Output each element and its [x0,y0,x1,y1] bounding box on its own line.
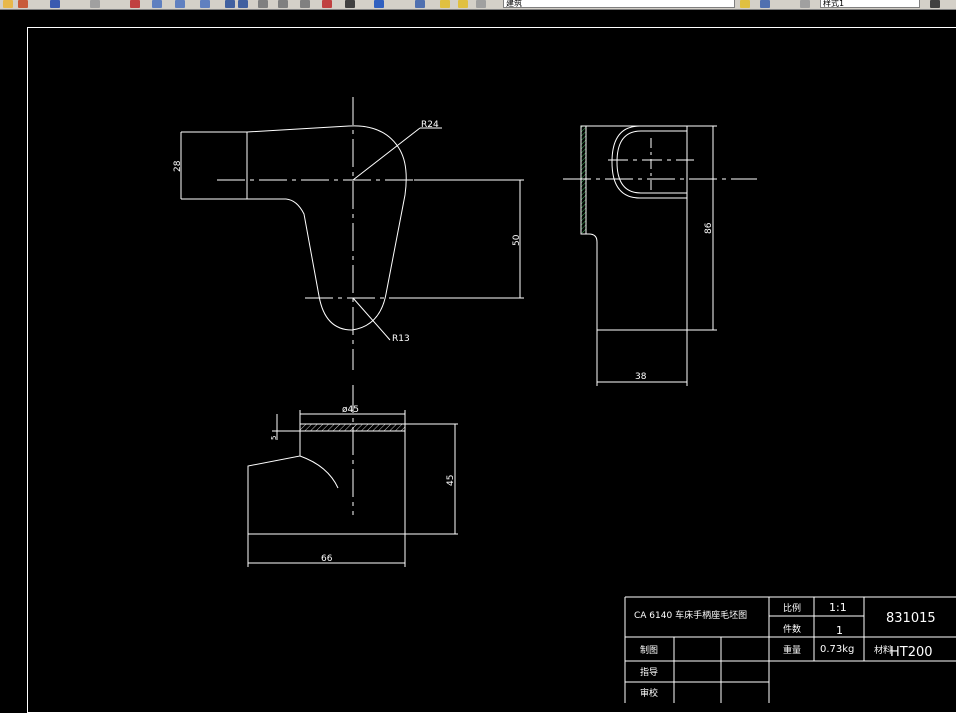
drawing-canvas[interactable]: R24 R13 28 50 86 38 ø45 45 66 5 CA 6140 … [0,10,956,713]
side-view-slot-outer [611,125,687,199]
side-view [563,125,757,386]
title-block-review-label: 审校 [640,687,658,699]
side-view-outline [580,125,688,331]
dim-r13: R13 [392,334,410,344]
layer-combo[interactable]: 建筑 [503,0,735,8]
title-block-guide-label: 指导 [640,666,658,678]
layer-combo-value: 建筑 [506,0,522,8]
dim-28: 28 [173,160,183,172]
zoom-realtime-icon[interactable] [152,0,162,8]
title-block-scale-label: 比例 [783,602,801,614]
dim-38: 38 [635,372,647,382]
layer-previous-icon[interactable] [760,0,770,8]
designcenter-icon[interactable] [278,0,288,8]
zoom-window-icon[interactable] [175,0,185,8]
top-view-arc [299,455,339,489]
match-properties-icon[interactable] [740,0,750,8]
zoom-previous-icon[interactable] [200,0,210,8]
title-block-drawing-no: 831015 [886,611,936,626]
sheetset-icon[interactable] [322,0,332,8]
title-block-qty-value: 1 [836,624,843,637]
title-block-scale-value: 1:1 [829,601,847,614]
properties-icon[interactable] [225,0,235,8]
dim-r24: R24 [421,120,439,130]
toolbar: 建筑 样式1 [0,0,956,10]
front-view [180,97,524,370]
toolpalette-icon[interactable] [300,0,310,8]
style-combo[interactable]: 样式1 [820,0,920,8]
print-icon[interactable] [18,0,28,8]
side-view-slot-inner [616,130,687,194]
undo-icon[interactable] [50,0,60,8]
dim-86: 86 [704,222,714,234]
title-block-weight-value: 0.73kg [820,644,854,655]
pan-icon[interactable] [130,0,140,8]
help-icon[interactable] [374,0,384,8]
title-block-qty-label: 件数 [783,623,801,635]
table-icon[interactable] [258,0,268,8]
title-block-drawn-label: 制图 [640,644,658,656]
title-block-title: CA 6140 车床手柄座毛坯图 [634,609,747,621]
drawing-svg: R24 R13 28 50 86 38 ø45 45 66 5 CA 6140 … [173,97,956,703]
layer-state-icon[interactable] [440,0,450,8]
title-block-weight-label: 重量 [783,644,801,656]
layer-manager-icon[interactable] [415,0,425,8]
r24-leader [352,127,421,181]
dim-45: 45 [446,475,456,486]
open-icon[interactable] [3,0,13,8]
r13-leader [352,297,391,341]
redo-icon[interactable] [90,0,100,8]
style-combo-value: 样式1 [823,0,845,8]
plotstyle-icon[interactable] [800,0,810,8]
calculator-icon[interactable] [345,0,355,8]
layer-on-icon[interactable] [458,0,468,8]
front-view-outline [181,125,407,331]
dim-5: 5 [270,436,278,440]
dim-50: 50 [512,234,522,246]
title-block-material-value: HT200 [890,645,933,660]
layout-icon[interactable] [930,0,940,8]
layer-lock-icon[interactable] [476,0,486,8]
text-icon[interactable] [238,0,248,8]
dim-66: 66 [321,554,333,564]
dim-dia45: ø45 [342,405,359,415]
